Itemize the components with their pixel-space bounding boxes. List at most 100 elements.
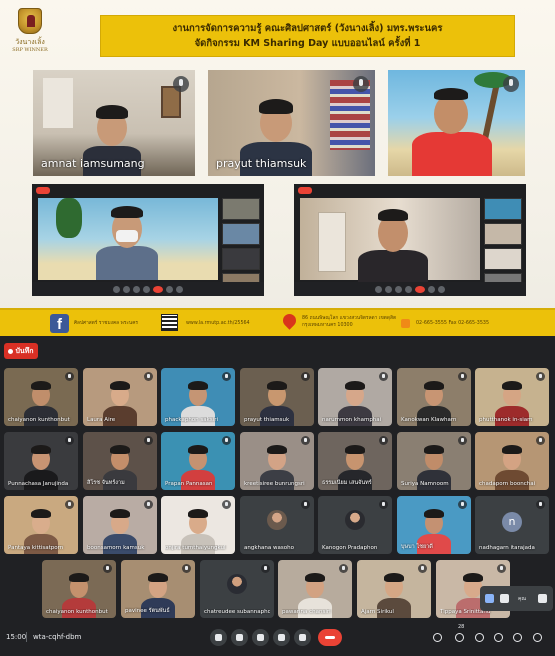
participant-tile[interactable]: n nadhagarn itarajada xyxy=(475,496,549,554)
participant-name: onjira tumthaiyungkul xyxy=(165,545,226,551)
location-pin-icon xyxy=(280,311,299,330)
self-view-tile[interactable]: คุณ xyxy=(480,586,553,611)
muted-mic-icon xyxy=(536,436,545,445)
muted-mic-icon xyxy=(222,372,231,381)
muted-mic-icon xyxy=(173,76,189,92)
participant-tile[interactable]: pavinee รัตนพันธ์ xyxy=(121,560,195,618)
muted-mic-icon xyxy=(418,564,427,573)
participant-hair xyxy=(305,573,325,582)
participant-name: pavinee รัตนพันธ์ xyxy=(125,608,170,614)
participant-tile[interactable]: Pantaya kittisatporn xyxy=(4,496,78,554)
profile-photo-avatar xyxy=(267,510,287,530)
chat-icon[interactable] xyxy=(475,633,484,642)
meeting-info-icon[interactable] xyxy=(433,633,442,642)
participant-tile[interactable]: Kanokwan Klawharn xyxy=(397,368,471,426)
participant-hair xyxy=(188,445,208,454)
participant-name: บุษบา ไชยาดี xyxy=(401,544,433,550)
present-screen-button[interactable] xyxy=(273,629,290,646)
muted-mic-icon xyxy=(339,564,348,573)
recording-indicator[interactable]: บันทึก xyxy=(4,343,38,359)
participant-body xyxy=(417,406,451,426)
expand-icon[interactable] xyxy=(538,594,547,603)
participant-tile[interactable]: phutthanok in-siam xyxy=(475,368,549,426)
muted-mic-icon xyxy=(182,564,191,573)
camera-button[interactable] xyxy=(231,629,248,646)
facebook-page-text: ศิลปศาสตร์ ราชมงคล พระนคร xyxy=(74,321,138,326)
main-video xyxy=(38,198,218,280)
muted-mic-icon xyxy=(65,500,74,509)
participant-tile[interactable]: pawarina chansiri xyxy=(278,560,352,618)
participant-tile[interactable]: chadaporn boonchai xyxy=(475,432,549,490)
participant-tile[interactable]: kreetisiree bunrungsri xyxy=(240,432,314,490)
speaker-name: amnat iamsumang xyxy=(41,157,145,170)
participant-body xyxy=(181,406,215,426)
qr-code-icon xyxy=(161,314,178,331)
participant-body xyxy=(181,534,215,554)
participant-name: Pantaya kittisatporn xyxy=(8,545,64,551)
profile-photo-avatar xyxy=(345,510,365,530)
participant-body xyxy=(24,406,58,426)
participant-tile[interactable]: chaiyanon kunthonbut xyxy=(42,560,116,618)
leave-call-button[interactable] xyxy=(318,629,342,646)
meeting-screenshot-right: 15:01 · wta-cqhf-dbm xyxy=(294,184,526,296)
participant-count: 28 xyxy=(458,624,465,630)
people-icon[interactable] xyxy=(455,633,464,642)
muted-mic-icon xyxy=(379,500,388,509)
muted-mic-icon xyxy=(536,372,545,381)
participant-tile[interactable]: Laura Aire xyxy=(83,368,157,426)
participant-tile[interactable]: angkhana wasoho xyxy=(240,496,314,554)
muted-mic-icon xyxy=(144,500,153,509)
muted-mic-icon xyxy=(222,436,231,445)
meeting-window: บันทึก chaiyanon kunthonbut Laura Aire pha… xyxy=(0,336,555,656)
speaker-screenshot-1: amnat iamsumang xyxy=(33,70,195,176)
participant-hair xyxy=(424,445,444,454)
meeting-screenshot-left: 15:01 · wta-cqhf-dbm xyxy=(32,184,264,296)
muted-mic-icon xyxy=(497,564,506,573)
university-logo: วังนางเลิ้ง SRP WINNER xyxy=(4,6,56,60)
logo-text-line-2: SRP WINNER xyxy=(12,47,48,53)
participant-hair xyxy=(267,381,287,390)
participant-body xyxy=(495,470,529,490)
participant-tile[interactable]: Punnachasa Janujinda xyxy=(4,432,78,490)
participant-tile[interactable]: narummon khamphai xyxy=(318,368,392,426)
facebook-icon[interactable]: f xyxy=(50,314,69,333)
participant-tile[interactable]: Prapan Pannasan xyxy=(161,432,235,490)
website-text: www.la.rmutp.ac.th/25564 xyxy=(186,321,250,326)
participant-name: angkhana wasoho xyxy=(244,545,294,551)
participant-body xyxy=(260,470,294,490)
more-options-button[interactable] xyxy=(294,629,311,646)
self-view-minimize-icon[interactable] xyxy=(485,594,494,603)
participant-name: boonsamorn kamsuk xyxy=(87,545,145,551)
muted-mic-icon xyxy=(301,372,310,381)
toolbar-divider xyxy=(26,632,27,642)
participant-tile[interactable]: Kanogon Pradaphon xyxy=(318,496,392,554)
participant-hair xyxy=(188,509,208,518)
muted-mic-icon xyxy=(103,564,112,573)
participant-name: Punnachasa Janujinda xyxy=(8,481,69,487)
activities-icon[interactable] xyxy=(494,633,503,642)
participant-tile[interactable]: prayut thiamsuk xyxy=(240,368,314,426)
raise-hand-button[interactable] xyxy=(252,629,269,646)
participant-hair xyxy=(110,381,130,390)
participant-hair xyxy=(384,573,404,582)
lock-icon[interactable] xyxy=(533,633,542,642)
participant-tile[interactable]: Suriya Namnoom xyxy=(397,432,471,490)
muted-mic-icon xyxy=(222,500,231,509)
participant-hair xyxy=(188,381,208,390)
participant-tile[interactable]: boonsamorn kamsuk xyxy=(83,496,157,554)
participant-tile[interactable]: ธรรมเนียม เสนจันทร์ xyxy=(318,432,392,490)
host-controls-icon[interactable] xyxy=(513,633,522,642)
participant-tile[interactable]: chaiyanon kunthonbut xyxy=(4,368,78,426)
muted-mic-icon xyxy=(144,436,153,445)
participant-name: Kanokwan Klawharn xyxy=(401,417,457,423)
participant-tile[interactable]: บุษบา ไชยาดี xyxy=(397,496,471,554)
participant-tile[interactable]: chatreudee subannaphong xyxy=(200,560,274,618)
self-view-camera-icon[interactable] xyxy=(500,594,509,603)
participant-tile[interactable]: สิโรช จันทร์งาม xyxy=(83,432,157,490)
microphone-button[interactable] xyxy=(210,629,227,646)
participant-tile[interactable]: Ajarn Sirikul xyxy=(357,560,431,618)
participant-tile[interactable]: onjira tumthaiyungkul xyxy=(161,496,235,554)
muted-mic-icon xyxy=(301,500,310,509)
muted-mic-icon xyxy=(458,500,467,509)
participant-tile[interactable]: phackaphon saksiri xyxy=(161,368,235,426)
